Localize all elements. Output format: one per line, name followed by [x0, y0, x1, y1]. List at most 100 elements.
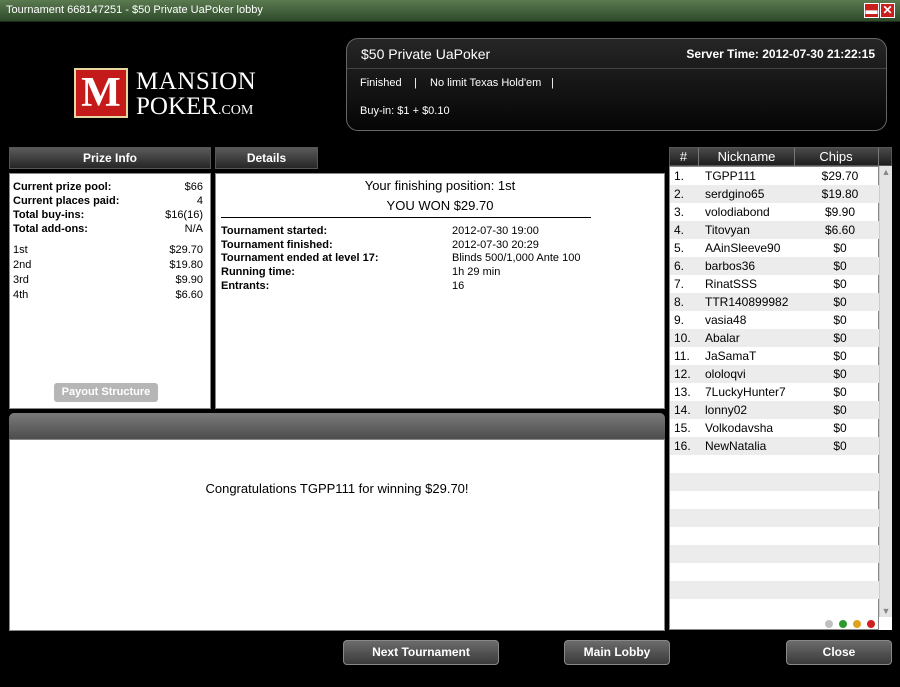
message-panel: Congratulations TGPP111 for winning $29.… — [9, 439, 665, 631]
message-header-bar — [9, 413, 665, 439]
player-row[interactable]: 10. Abalar $0 — [670, 329, 879, 347]
tab-prize-info[interactable]: Prize Info — [9, 147, 211, 169]
column-divider — [878, 148, 879, 166]
detail-row: Running time: 1h 29 min — [221, 266, 501, 278]
main-lobby-button[interactable]: Main Lobby — [564, 640, 670, 665]
player-row[interactable]: 8. TTR140899982 $0 — [670, 293, 879, 311]
player-row[interactable]: 5. AAinSleeve90 $0 — [670, 239, 879, 257]
player-nickname: 7LuckyHunter7 — [705, 385, 786, 399]
player-row[interactable]: 14. lonny02 $0 — [670, 401, 879, 419]
player-rank: 16. — [674, 439, 691, 453]
player-row[interactable] — [670, 527, 879, 545]
players-table-header: # Nickname Chips — [669, 147, 892, 166]
player-row[interactable]: 9. vasia48 $0 — [670, 311, 879, 329]
player-chips: $19.80 — [821, 187, 859, 201]
next-tournament-button[interactable]: Next Tournament — [343, 640, 499, 665]
status-dot-icon — [867, 620, 875, 628]
player-nickname: ololoqvi — [705, 367, 746, 381]
prize-row: Current prize pool: $66 — [13, 181, 203, 193]
player-row[interactable] — [670, 491, 879, 509]
buy-in: Buy-in: $1 + $0.10 — [360, 105, 450, 117]
player-chips: $6.60 — [824, 223, 856, 237]
prize-row: Current places paid: 4 — [13, 195, 203, 207]
close-window-button[interactable]: ✕ — [880, 3, 895, 18]
player-chips: $9.90 — [824, 205, 856, 219]
player-rank: 7. — [674, 277, 685, 291]
player-nickname: NewNatalia — [705, 439, 767, 453]
column-header-num[interactable]: # — [670, 149, 697, 164]
logo-line2: POKER.COM — [136, 93, 254, 120]
place-row: 1st $29.70 — [13, 244, 203, 256]
player-rank: 5. — [674, 241, 685, 255]
player-row[interactable]: 15. Volkodavsha $0 — [670, 419, 879, 437]
payout-structure-button[interactable]: Payout Structure — [54, 383, 158, 402]
player-nickname: TTR140899982 — [705, 295, 789, 309]
scroll-down-arrow-icon[interactable]: ▼ — [880, 605, 892, 617]
player-row[interactable]: 6. barbos36 $0 — [670, 257, 879, 275]
window-title: Tournament 668147251 - $50 Private UaPok… — [6, 4, 263, 16]
player-rank: 9. — [674, 313, 685, 327]
player-chips: $0 — [833, 331, 847, 345]
player-nickname: TGPP111 — [705, 169, 756, 183]
player-row[interactable] — [670, 545, 879, 563]
prize-info-panel: Current prize pool: $66 Current places pa… — [9, 173, 211, 409]
detail-row: Tournament finished: 2012-07-30 20:29 — [221, 239, 539, 251]
separator: | — [551, 77, 554, 89]
player-chips: $0 — [833, 367, 847, 381]
player-row[interactable] — [670, 599, 879, 617]
tab-details[interactable]: Details — [215, 147, 318, 169]
player-row[interactable]: 12. ololoqvi $0 — [670, 365, 879, 383]
player-rank: 6. — [674, 259, 685, 273]
player-rank: 1. — [674, 169, 685, 183]
player-row[interactable] — [670, 581, 879, 599]
player-nickname: lonny02 — [705, 403, 748, 417]
detail-row: Tournament ended at level 17: Blinds 500/… — [221, 252, 581, 264]
minimize-button[interactable]: ▬ — [864, 3, 879, 18]
player-row[interactable] — [670, 455, 879, 473]
logo-line1: MANSION — [136, 68, 257, 95]
player-row[interactable]: 4. Titovyan $6.60 — [670, 221, 879, 239]
player-nickname: Abalar — [705, 331, 740, 345]
finishing-position: Your finishing position: 1st — [364, 178, 516, 193]
column-header-nickname[interactable]: Nickname — [699, 149, 794, 164]
player-nickname: vasia48 — [705, 313, 747, 327]
player-nickname: RinatSSS — [705, 277, 758, 291]
player-nickname: volodiabond — [705, 205, 770, 219]
player-row[interactable]: 13. 7LuckyHunter7 $0 — [670, 383, 879, 401]
player-chips: $0 — [833, 349, 847, 363]
player-nickname: AAinSleeve90 — [705, 241, 781, 255]
player-row[interactable]: 16. NewNatalia $0 — [670, 437, 879, 455]
player-chips: $0 — [833, 313, 847, 327]
player-row[interactable]: 2. serdgino65 $19.80 — [670, 185, 879, 203]
player-rank: 8. — [674, 295, 685, 309]
player-row[interactable] — [670, 473, 879, 491]
player-row[interactable] — [670, 563, 879, 581]
status-dot-icon — [839, 620, 847, 628]
player-row[interactable]: 11. JaSamaT $0 — [670, 347, 879, 365]
player-nickname: Volkodavsha — [705, 421, 774, 435]
player-nickname: Titovyan — [705, 223, 750, 237]
player-chips: $0 — [833, 439, 847, 453]
player-rank: 2. — [674, 187, 685, 201]
place-row: 3rd $9.90 — [13, 274, 203, 286]
player-chips: $0 — [833, 421, 847, 435]
tournament-info-box: $50 Private UaPoker Server Time: 2012-07… — [346, 38, 887, 131]
player-rank: 4. — [674, 223, 685, 237]
players-scrollbar[interactable]: ▲ ▼ — [879, 166, 892, 617]
player-row[interactable] — [670, 509, 879, 527]
scroll-corner — [879, 617, 892, 630]
player-row[interactable]: 3. volodiabond $9.90 — [670, 203, 879, 221]
scroll-up-arrow-icon[interactable]: ▲ — [880, 166, 892, 178]
player-row[interactable]: 1. TGPP111 $29.70 — [670, 167, 879, 185]
player-rank: 13. — [674, 385, 691, 399]
player-chips: $0 — [833, 385, 847, 399]
detail-row: Tournament started: 2012-07-30 19:00 — [221, 225, 539, 237]
place-row: 2nd $19.80 — [13, 259, 203, 271]
player-rank: 11. — [674, 349, 690, 363]
column-header-chips[interactable]: Chips — [795, 149, 877, 164]
logo-mark: M — [74, 68, 128, 118]
close-button[interactable]: Close — [786, 640, 892, 665]
player-row[interactable]: 7. RinatSSS $0 — [670, 275, 879, 293]
player-nickname: JaSamaT — [705, 349, 757, 363]
tournament-status: Finished — [360, 77, 402, 89]
